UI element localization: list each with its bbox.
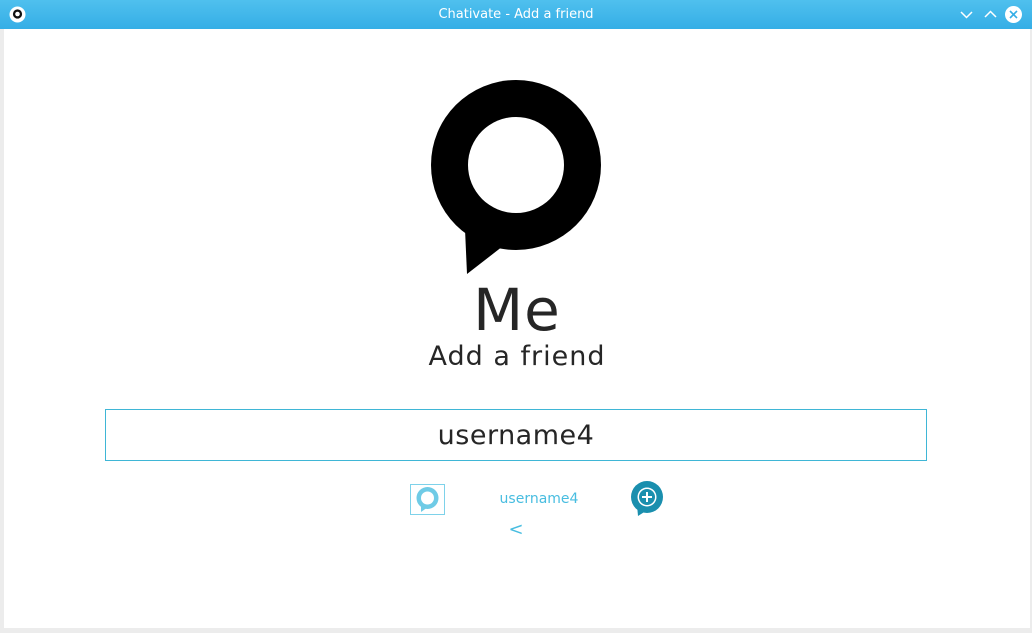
profile-name: Me xyxy=(473,276,561,344)
add-friend-button[interactable] xyxy=(630,481,664,517)
window-title: Chativate - Add a friend xyxy=(438,7,594,22)
title-bar[interactable]: Chativate - Add a friend xyxy=(0,0,1032,29)
username-search-input[interactable] xyxy=(105,409,927,461)
back-button[interactable]: < xyxy=(501,519,531,540)
chat-bubble-icon xyxy=(416,487,439,512)
maximize-button[interactable] xyxy=(981,5,1000,24)
chat-bubble-logo-icon xyxy=(431,80,601,274)
result-avatar xyxy=(410,484,445,515)
main-content: Me Add a friend username4 < xyxy=(4,29,1030,628)
page-subtitle: Add a friend xyxy=(428,341,606,372)
result-username: username4 xyxy=(499,491,579,507)
close-button[interactable] xyxy=(1004,5,1023,24)
minimize-button[interactable] xyxy=(957,5,976,24)
